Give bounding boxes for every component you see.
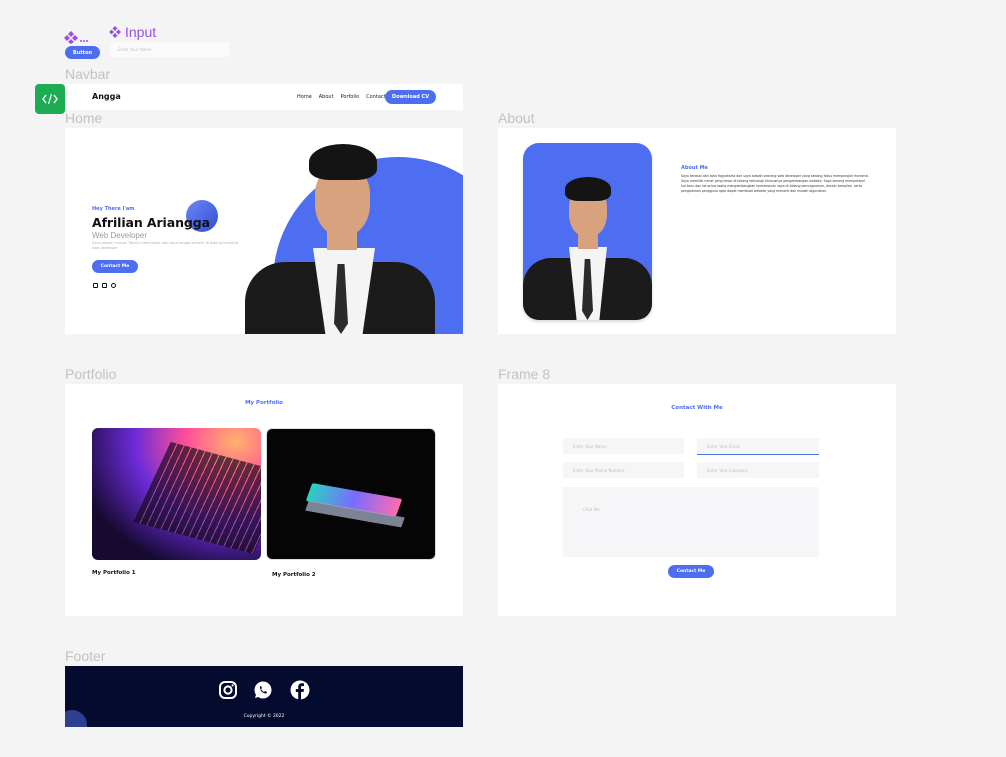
frame-label-footer: Footer [65,648,106,664]
portfolio-item-1-title[interactable]: My Portfolio 1 [92,570,136,576]
navbar-links: Home About Porfolio Contact [297,94,386,100]
navbar-frame: Angga Home About Porfolio Contact Downlo… [65,84,463,110]
component-icon [64,31,88,44]
portfolio-item-2-title[interactable]: My Portfolio 2 [272,572,316,578]
nav-link-about[interactable]: About [319,94,334,100]
portfolio-frame: My Portfolio My Portfolio 1 My Portfolio… [65,384,463,616]
facebook-icon[interactable] [290,680,310,700]
portfolio-image-1[interactable] [92,428,261,560]
about-frame: About Me Saya berasal dari kota Yogyakar… [498,128,896,334]
hero-description: Saya adalah lulusan Teknik Informatika d… [92,241,238,250]
mail-icon[interactable] [102,283,107,288]
hero-contact-button[interactable]: Contact Me [92,260,138,273]
contact-phone-field[interactable]: Enter Your Phone Number [563,462,684,478]
frame-label-home: Home [65,110,103,126]
instagram-icon[interactable] [218,680,238,700]
whatsapp-icon[interactable] [253,680,273,700]
contact-submit-button[interactable]: Contact Me [668,565,714,578]
input-title-text: Input [125,24,157,40]
portfolio-image-2[interactable] [266,428,436,560]
code-badge[interactable] [35,84,65,114]
hero-portrait [245,144,435,334]
contact-company-field[interactable]: Enter Your Company [697,462,819,478]
input-component-title: Input [108,24,156,40]
hero-social-icons [93,283,116,288]
home-frame: Hey There I'am Afrilian Ariangga Web Dev… [65,128,463,334]
component-icon [109,26,121,38]
nav-link-home[interactable]: Home [297,94,312,100]
footer-copyright: Copyright © 2022 [243,714,285,719]
contact-email-field[interactable]: Enter Your Email [697,438,819,455]
button-component[interactable]: Button [65,46,100,59]
contact-message-field[interactable]: Chat Me [563,487,819,557]
code-icon [42,93,58,105]
contact-title: Contact With Me [671,405,723,411]
about-title: About Me [681,165,708,171]
hero-role: Web Developer [92,231,147,240]
footer-frame: Copyright © 2022 [65,666,463,727]
name-input-component[interactable]: Enter Your Name [110,42,229,57]
navbar-logo[interactable]: Angga [92,92,121,101]
hero-name: Afrilian Ariangga [92,215,210,230]
frame-label-navbar: Navbar [65,66,111,82]
about-photo-card [523,143,652,320]
portfolio-title: My Portfolio [245,400,283,406]
nav-link-portfolio[interactable]: Porfolio [341,94,360,100]
frame-label-portfolio: Portfolio [65,366,117,382]
nav-link-contact[interactable]: Contact [366,94,385,100]
contact-name-field[interactable]: Enter Your Name [563,438,684,454]
contact-frame: Contact With Me Enter Your Name Enter Yo… [498,384,896,616]
instagram-icon[interactable] [93,283,98,288]
hero-greeting: Hey There I'am [92,206,135,212]
about-text: Saya berasal dari kota Yogyakarta dan sa… [681,174,869,193]
download-cv-button[interactable]: Download CV [385,90,436,104]
github-icon[interactable] [111,283,116,288]
frame-label-about: About [498,110,535,126]
frame-label-contact: Frame 8 [498,366,551,382]
